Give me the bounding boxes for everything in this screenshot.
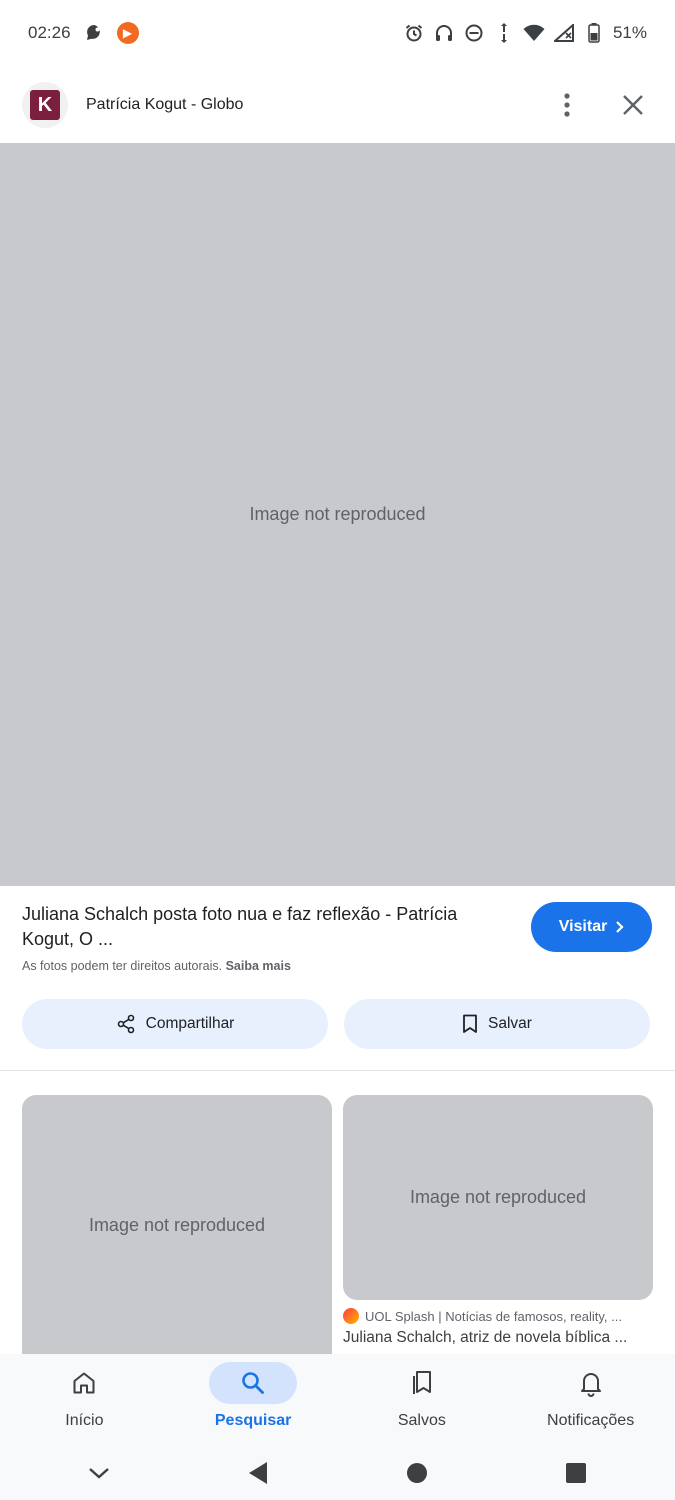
- image-viewer-header: K Patrícia Kogut - Globo: [0, 66, 675, 144]
- chat-notification-icon: [83, 22, 105, 44]
- bookmarks-icon: [412, 1371, 431, 1394]
- copyright-notice: As fotos podem ter direitos autorais. Sa…: [22, 959, 291, 973]
- back-triangle-icon: [249, 1462, 268, 1484]
- section-divider: [0, 1070, 675, 1071]
- save-button[interactable]: Salvar: [344, 999, 650, 1049]
- source-title[interactable]: Patrícia Kogut - Globo: [86, 96, 521, 114]
- nav-label-home: Início: [65, 1412, 104, 1429]
- back-button[interactable]: [238, 1453, 278, 1493]
- hide-keyboard-button[interactable]: [79, 1453, 119, 1493]
- clock: 02:26: [28, 23, 71, 42]
- nav-label-saved: Salvos: [397, 1412, 446, 1429]
- home-circle-icon: [406, 1463, 427, 1483]
- nav-item-home[interactable]: Início: [0, 1354, 169, 1446]
- alarm-icon: [403, 22, 425, 44]
- data-arrows-icon: [493, 22, 515, 44]
- status-bar: 02:26 ▶ 51%: [0, 0, 675, 66]
- bookmark-icon: [463, 1014, 477, 1033]
- related-title[interactable]: Juliana Schalch, atriz de novela bíblica…: [343, 1329, 653, 1347]
- recents-square-icon: [565, 1463, 586, 1483]
- nav-label-notifications: Notificações: [547, 1412, 635, 1429]
- share-button-label: Compartilhar: [145, 1015, 235, 1032]
- related-source-label: UOL Splash | Notícias de famosos, realit…: [365, 1308, 622, 1324]
- close-button[interactable]: [613, 85, 653, 125]
- status-bar-left: 02:26 ▶: [28, 22, 139, 44]
- headphones-icon: [433, 22, 455, 44]
- related-image-2[interactable]: Image not reproduced: [343, 1095, 653, 1300]
- recents-button[interactable]: [556, 1453, 596, 1493]
- main-image-placeholder: Image not reproduced: [249, 504, 426, 524]
- visit-button[interactable]: Visitar: [531, 902, 652, 952]
- home-button[interactable]: [397, 1453, 437, 1493]
- nav-notifications-icon-wrap: [547, 1362, 635, 1404]
- bottom-navigation: Início Pesquisar Salvos Notificações: [0, 1354, 675, 1446]
- nav-search-icon-wrap: [209, 1362, 298, 1404]
- related-source: UOL Splash | Notícias de famosos, realit…: [343, 1308, 653, 1324]
- visit-button-label: Visitar: [558, 918, 608, 935]
- search-icon: [242, 1372, 265, 1394]
- dnd-icon: [463, 22, 485, 44]
- copyright-text: As fotos podem ter direitos autorais.: [22, 959, 223, 973]
- close-icon: [623, 95, 643, 115]
- more-vert-icon: [564, 93, 570, 117]
- share-icon: [117, 1014, 134, 1034]
- home-icon: [73, 1372, 95, 1394]
- nav-home-icon-wrap: [40, 1362, 128, 1404]
- share-button[interactable]: Compartilhar: [22, 999, 328, 1049]
- nav-item-search[interactable]: Pesquisar: [169, 1354, 338, 1446]
- battery-percentage: 51%: [612, 23, 647, 42]
- learn-more-link[interactable]: Saiba mais: [226, 959, 291, 973]
- nav-item-saved[interactable]: Salvos: [338, 1354, 507, 1446]
- related-image-1[interactable]: Image not reproduced: [22, 1095, 332, 1355]
- chevron-down-icon: [89, 1468, 110, 1479]
- related-image-1-placeholder: Image not reproduced: [88, 1214, 266, 1235]
- site-logo-letter: K: [30, 90, 60, 120]
- more-options-button[interactable]: [547, 85, 587, 125]
- nav-saved-icon-wrap: [378, 1362, 466, 1404]
- site-logo: K: [22, 82, 68, 128]
- app-notification-icon: ▶: [116, 22, 139, 44]
- nav-item-notifications[interactable]: Notificações: [506, 1354, 675, 1446]
- source-favicon-icon: [343, 1308, 359, 1324]
- wifi-icon: [523, 22, 545, 44]
- signal-icon: [553, 22, 575, 44]
- status-bar-right: 51%: [403, 22, 647, 44]
- result-title[interactable]: Juliana Schalch posta foto nua e faz ref…: [22, 902, 512, 952]
- chevron-right-icon: [616, 921, 624, 933]
- main-image[interactable]: Image not reproduced: [0, 143, 675, 886]
- nav-label-search: Pesquisar: [214, 1412, 292, 1429]
- related-image-2-placeholder: Image not reproduced: [409, 1187, 587, 1207]
- battery-icon: [583, 22, 605, 44]
- save-button-label: Salvar: [488, 1015, 532, 1032]
- system-navigation: [0, 1446, 675, 1500]
- bell-icon: [580, 1373, 601, 1397]
